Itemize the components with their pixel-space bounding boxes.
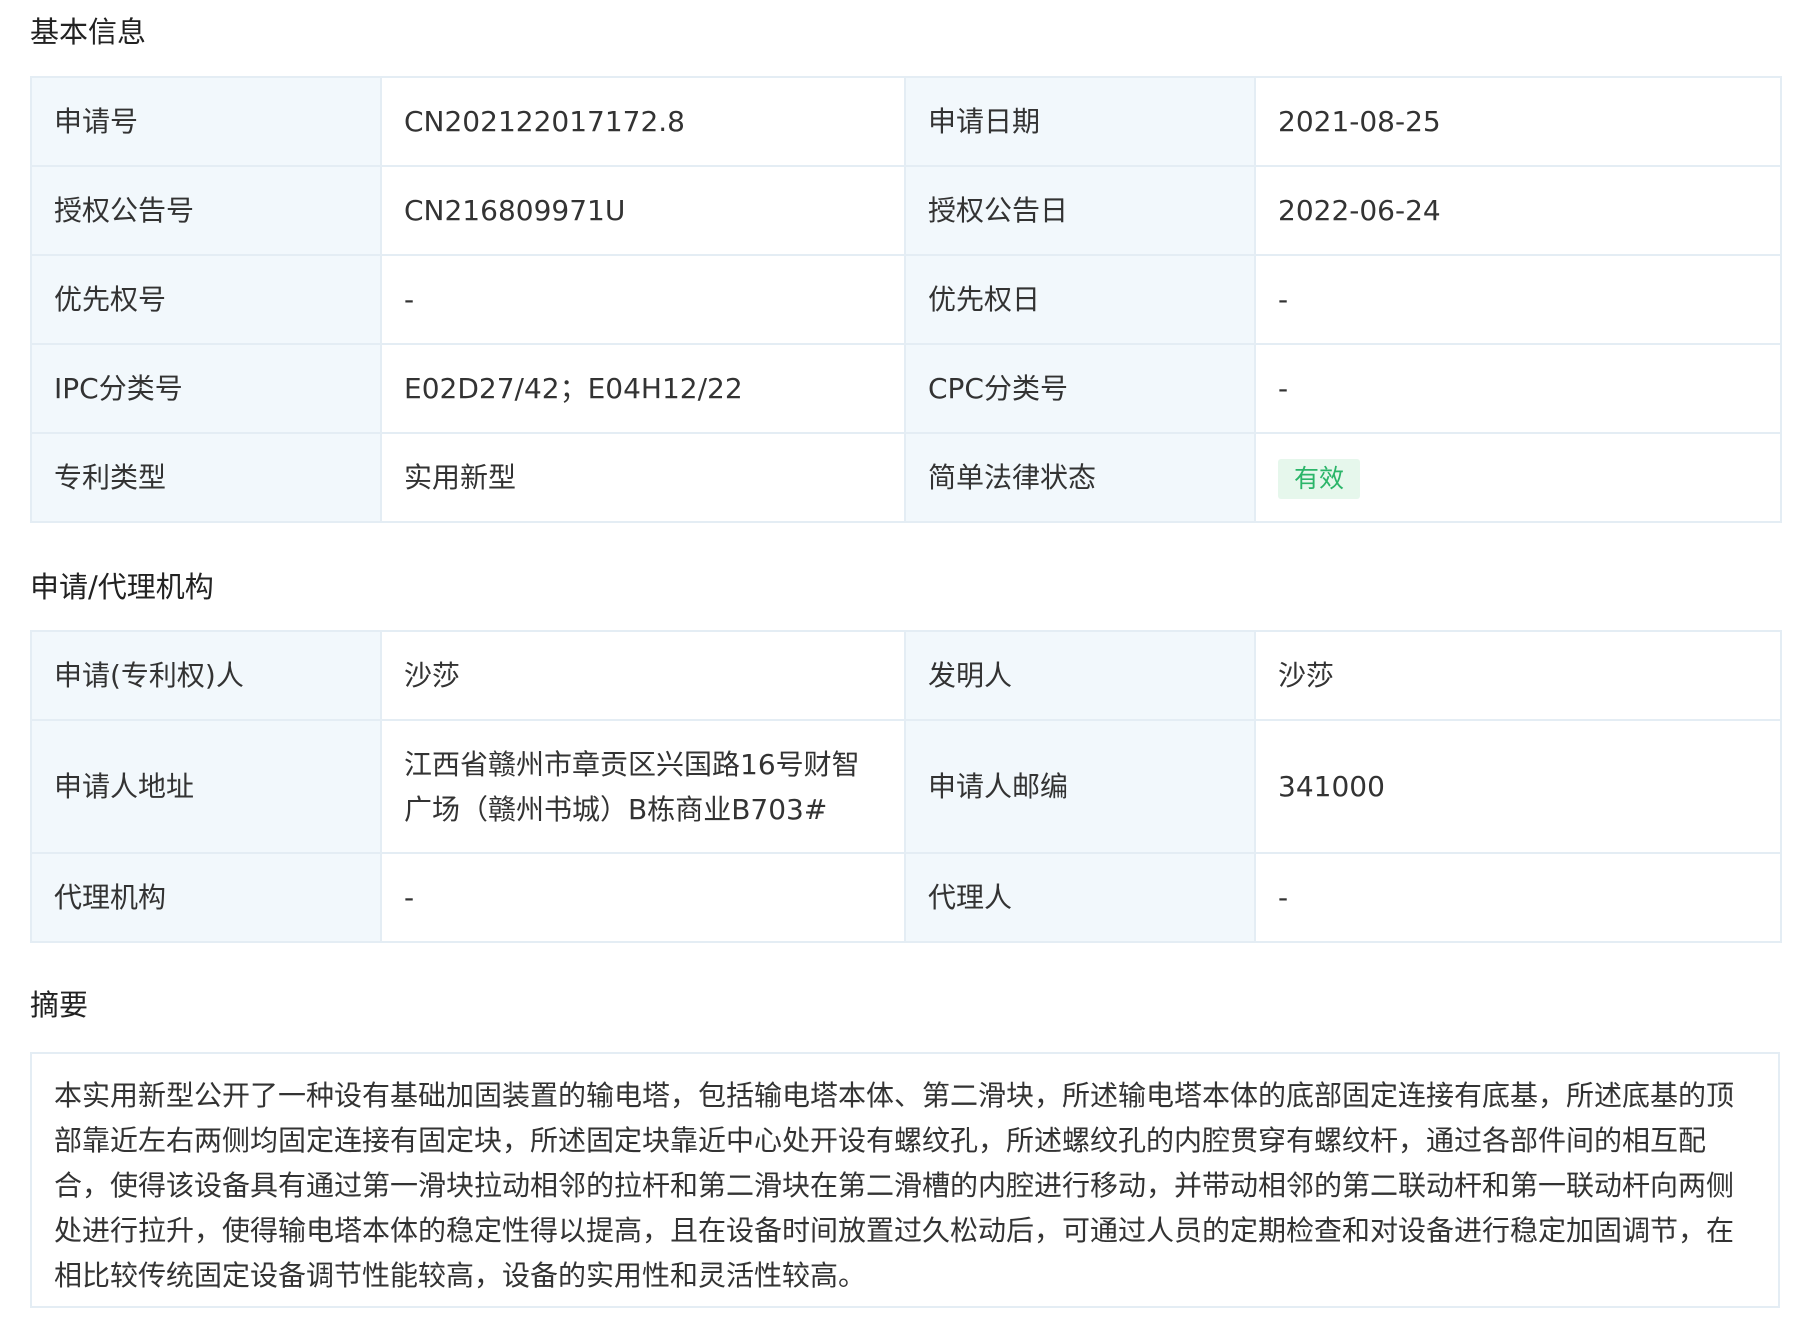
status-badge: 有效 (1278, 459, 1361, 499)
grant-date-value: 2022-06-24 (1254, 165, 1782, 256)
grant-number-label: 授权公告号 (30, 165, 382, 256)
inventor-value: 沙莎 (1254, 630, 1782, 721)
priority-number-value: - (380, 254, 906, 345)
table-row: IPC分类号 E02D27/42；E04H12/22 CPC分类号 - (30, 343, 1782, 434)
grant-number-value: CN216809971U (380, 165, 906, 256)
applicant-value: 沙莎 (380, 630, 906, 721)
cpc-class-value: - (1254, 343, 1782, 434)
agent-value: - (1254, 852, 1782, 943)
application-number-label: 申请号 (30, 76, 382, 167)
grant-date-label: 授权公告日 (904, 165, 1256, 256)
patent-type-value: 实用新型 (380, 432, 906, 523)
agency-value: - (380, 852, 906, 943)
table-row: 申请人地址 江西省赣州市章贡区兴国路16号财智广场（赣州书城）B栋商业B703#… (30, 719, 1782, 854)
applicant-address-label: 申请人地址 (30, 719, 382, 854)
section-title-agency: 申请/代理机构 (30, 570, 214, 604)
application-number-value: CN202122017172.8 (380, 76, 906, 167)
patent-type-label: 专利类型 (30, 432, 382, 523)
table-row: 授权公告号 CN216809971U 授权公告日 2022-06-24 (30, 165, 1782, 256)
postal-code-value: 341000 (1254, 719, 1782, 854)
agent-label: 代理人 (904, 852, 1256, 943)
table-row: 代理机构 - 代理人 - (30, 852, 1782, 943)
applicant-label: 申请(专利权)人 (30, 630, 382, 721)
priority-date-label: 优先权日 (904, 254, 1256, 345)
priority-number-label: 优先权号 (30, 254, 382, 345)
priority-date-value: - (1254, 254, 1782, 345)
legal-status-label: 简单法律状态 (904, 432, 1256, 523)
table-row: 申请号 CN202122017172.8 申请日期 2021-08-25 (30, 76, 1782, 167)
agency-label: 代理机构 (30, 852, 382, 943)
basic-info-table: 申请号 CN202122017172.8 申请日期 2021-08-25 授权公… (30, 76, 1782, 523)
legal-status-cell: 有效 (1254, 432, 1782, 523)
table-row: 申请(专利权)人 沙莎 发明人 沙莎 (30, 630, 1782, 721)
ipc-class-value: E02D27/42；E04H12/22 (380, 343, 906, 434)
table-row: 优先权号 - 优先权日 - (30, 254, 1782, 345)
abstract-text: 本实用新型公开了一种设有基础加固装置的输电塔，包括输电塔本体、第二滑块，所述输电… (30, 1052, 1780, 1308)
ipc-class-label: IPC分类号 (30, 343, 382, 434)
application-date-value: 2021-08-25 (1254, 76, 1782, 167)
section-title-basic-info: 基本信息 (30, 15, 147, 49)
application-date-label: 申请日期 (904, 76, 1256, 167)
table-row: 专利类型 实用新型 简单法律状态 有效 (30, 432, 1782, 523)
section-title-abstract: 摘要 (30, 988, 89, 1022)
agency-table: 申请(专利权)人 沙莎 发明人 沙莎 申请人地址 江西省赣州市章贡区兴国路16号… (30, 630, 1782, 943)
postal-code-label: 申请人邮编 (904, 719, 1256, 854)
applicant-address-value: 江西省赣州市章贡区兴国路16号财智广场（赣州书城）B栋商业B703# (380, 719, 906, 854)
cpc-class-label: CPC分类号 (904, 343, 1256, 434)
inventor-label: 发明人 (904, 630, 1256, 721)
